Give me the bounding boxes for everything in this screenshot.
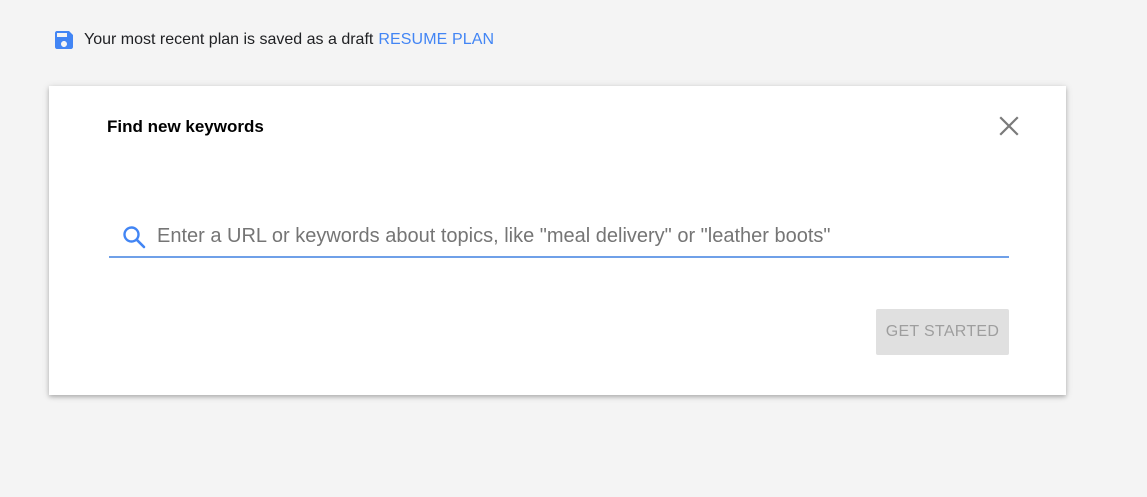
resume-plan-link[interactable]: RESUME PLAN	[378, 31, 494, 49]
keyword-search-input[interactable]	[157, 221, 1009, 252]
dialog-title: Find new keywords	[107, 117, 264, 136]
keyword-search-field[interactable]	[109, 217, 1009, 258]
close-icon	[999, 116, 1019, 136]
close-button[interactable]	[994, 111, 1024, 141]
draft-banner: Your most recent plan is saved as a draf…	[52, 28, 494, 52]
search-icon	[121, 224, 147, 250]
draft-banner-text: Your most recent plan is saved as a draf…	[84, 31, 374, 48]
find-keywords-dialog: Find new keywords GET STARTED	[49, 86, 1066, 395]
get-started-button[interactable]: GET STARTED	[876, 309, 1009, 355]
save-icon	[52, 28, 76, 52]
